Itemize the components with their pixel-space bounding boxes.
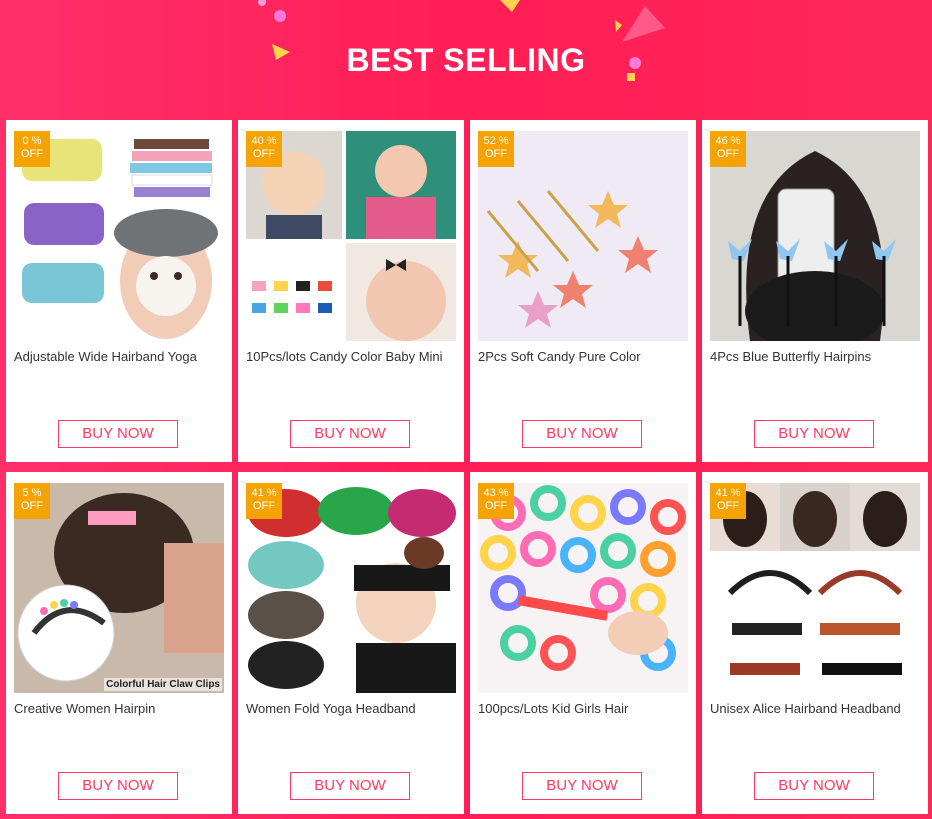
buy-now-button[interactable]: BUY NOW xyxy=(754,772,874,800)
buy-now-button[interactable]: BUY NOW xyxy=(522,772,642,800)
buy-now-button[interactable]: BUY NOW xyxy=(58,772,178,800)
product-name[interactable]: 10Pcs/lots Candy Color Baby Mini xyxy=(246,349,458,364)
product-card[interactable]: 46 % OFF 4Pcs Blue Butterfly Hairpins BUY… xyxy=(702,120,928,462)
product-name[interactable]: Creative Women Hairpin xyxy=(14,701,226,716)
buy-now-button[interactable]: BUY NOW xyxy=(58,420,178,448)
discount-badge: 5 % OFF xyxy=(14,483,50,519)
buy-now-button[interactable]: BUY NOW xyxy=(290,420,410,448)
best-selling-banner: BEST SELLING 0 % OFF Adjustable Wide Hai… xyxy=(0,0,932,819)
discount-badge: 41 % OFF xyxy=(246,483,282,519)
discount-badge: 46 % OFF xyxy=(710,131,746,167)
buy-now-button[interactable]: BUY NOW xyxy=(754,420,874,448)
product-card[interactable]: 52 % OFF 2Pcs Soft Candy Pure Color BUY N… xyxy=(470,120,696,462)
product-name[interactable]: Unisex Alice Hairband Headband xyxy=(710,701,922,716)
product-card[interactable]: 40 % OFF 10Pcs/lots Candy Color Baby Mini… xyxy=(238,120,464,462)
product-name[interactable]: Adjustable Wide Hairband Yoga xyxy=(14,349,226,364)
discount-badge: 40 % OFF xyxy=(246,131,282,167)
page-title: BEST SELLING xyxy=(346,42,586,78)
product-name[interactable]: 2Pcs Soft Candy Pure Color xyxy=(478,349,690,364)
product-name[interactable]: 4Pcs Blue Butterfly Hairpins xyxy=(710,349,922,364)
product-name[interactable]: Women Fold Yoga Headband xyxy=(246,701,458,716)
image-caption: Colorful Hair Claw Clips xyxy=(104,678,222,691)
product-card[interactable]: 0 % OFF Adjustable Wide Hairband Yoga BUY… xyxy=(6,120,232,462)
buy-now-button[interactable]: BUY NOW xyxy=(522,420,642,448)
discount-badge: 43 % OFF xyxy=(478,483,514,519)
product-name[interactable]: 100pcs/Lots Kid Girls Hair xyxy=(478,701,690,716)
discount-badge: 0 % OFF xyxy=(14,131,50,167)
product-card[interactable]: 43 % OFF 100pcs/Lots Kid Girls Hair BUY N… xyxy=(470,472,696,814)
product-card[interactable]: 41 % OFF Women Fold Yoga Headband BUY NOW xyxy=(238,472,464,814)
product-card[interactable]: Colorful Hair Claw Clips 5 % OFF Creative… xyxy=(6,472,232,814)
product-card[interactable]: 41 % OFF Unisex Alice Hairband Headband B… xyxy=(702,472,928,814)
buy-now-button[interactable]: BUY NOW xyxy=(290,772,410,800)
discount-badge: 41 % OFF xyxy=(710,483,746,519)
discount-badge: 52 % OFF xyxy=(478,131,514,167)
